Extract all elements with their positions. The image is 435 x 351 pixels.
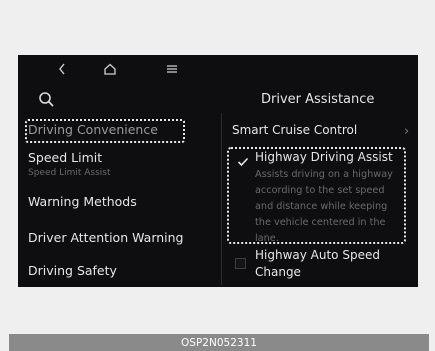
menu-item-driving-safety[interactable]: Driving Safety (28, 263, 117, 278)
page-title: Driver Assistance (261, 92, 375, 107)
menu-icon[interactable] (162, 61, 182, 77)
home-icon[interactable] (100, 61, 120, 77)
panel-divider (221, 113, 222, 285)
menu-subtext-speed-limit: Speed Limit Assist (28, 168, 111, 178)
highlight-driving-convenience (25, 119, 185, 143)
chevron-left-icon[interactable] (52, 61, 72, 77)
infotainment-screen: Driving Convenience Speed Limit Speed Li… (18, 55, 418, 287)
setting-highway-auto-speed-line1[interactable]: Highway Auto Speed (255, 248, 380, 262)
menu-item-speed-limit[interactable]: Speed Limit (28, 150, 102, 165)
auto-speed-checkbox[interactable] (235, 258, 246, 269)
top-nav-bar (18, 55, 418, 83)
highlight-highway-driving-assist (227, 147, 406, 244)
search-icon[interactable] (38, 91, 56, 109)
setting-highway-auto-speed-line2[interactable]: Change (255, 265, 301, 279)
menu-item-driver-attention-warning[interactable]: Driver Attention Warning (28, 230, 184, 245)
chevron-right-icon: › (404, 124, 410, 139)
setting-smart-cruise-control[interactable]: Smart Cruise Control (232, 123, 357, 137)
image-code-caption: OSP2N052311 (9, 334, 429, 351)
menu-item-warning-methods[interactable]: Warning Methods (28, 194, 137, 209)
